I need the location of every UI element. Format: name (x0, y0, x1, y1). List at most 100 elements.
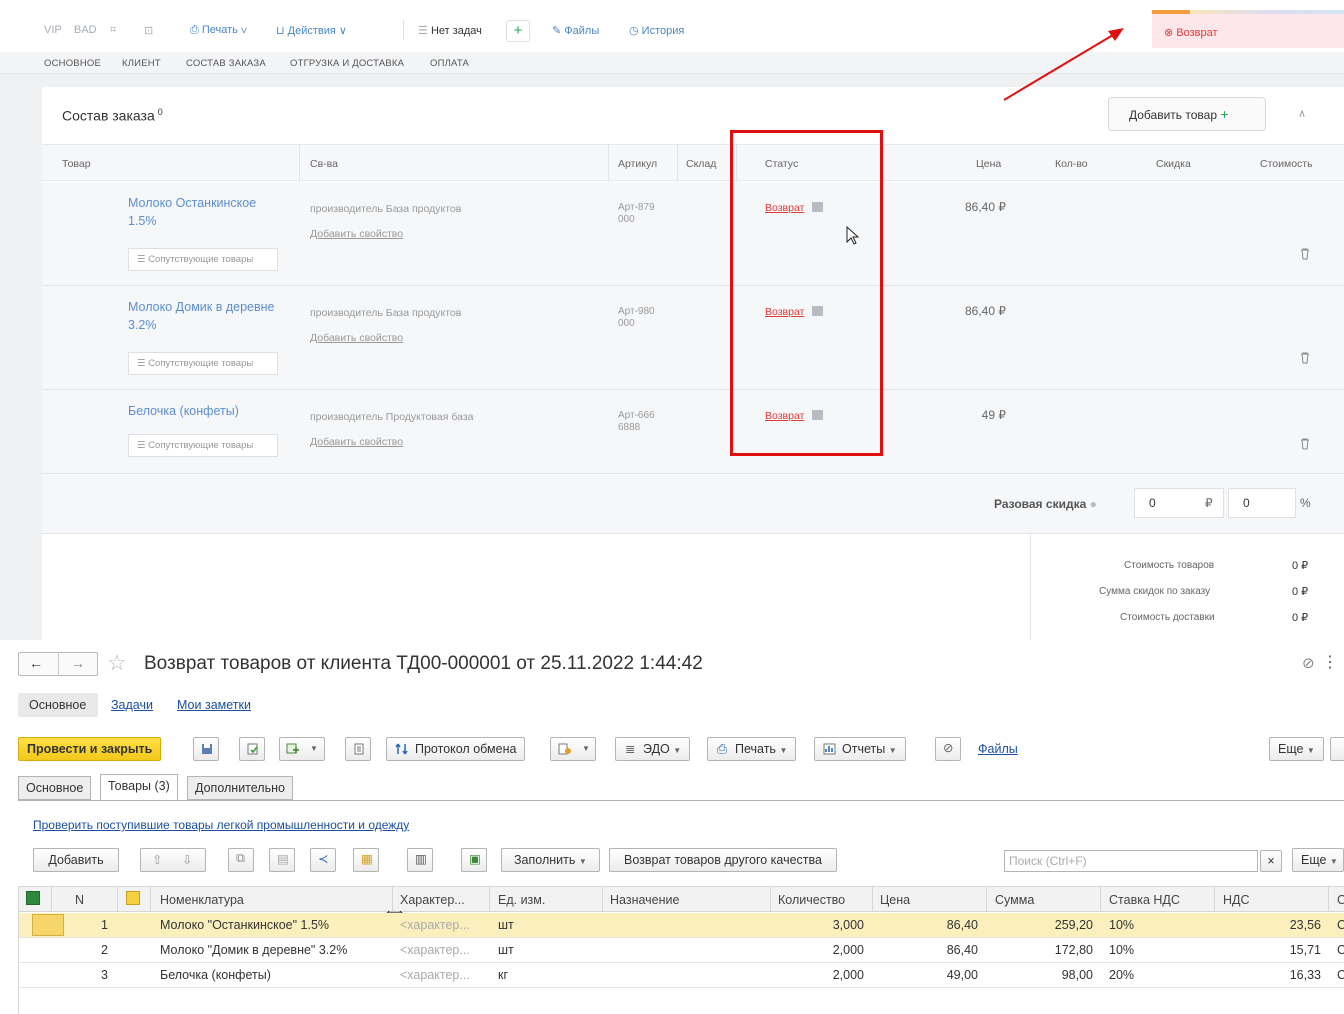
row-qty[interactable]: 3,000 (778, 918, 864, 932)
attach-button[interactable]: ⊘ (935, 737, 961, 761)
history-link[interactable]: ◷ История (629, 24, 684, 37)
bad-tag[interactable]: BAD (74, 24, 97, 36)
row-extra[interactable]: С (1337, 943, 1344, 957)
row-extra[interactable]: С (1337, 918, 1344, 932)
row-price[interactable]: 86,40 (880, 918, 978, 932)
tab-goods[interactable]: Товары (3) (100, 774, 178, 801)
add-task-button[interactable]: + (506, 20, 530, 42)
row-unit[interactable]: шт (498, 943, 514, 957)
calendar-icon[interactable]: ⌗ (110, 24, 116, 37)
row-vat-rate[interactable]: 20% (1109, 968, 1134, 982)
gift-icon[interactable]: ⊡ (144, 24, 153, 37)
back-arrow-icon[interactable]: ← (29, 655, 43, 671)
print-menu[interactable]: ⎙ Печать ∨ (190, 24, 247, 37)
files-link[interactable]: ✎ Файлы (552, 24, 599, 37)
row-name[interactable]: Молоко "Останкинское" 1.5% (160, 918, 329, 932)
trash-icon[interactable] (1300, 438, 1310, 450)
row-vat[interactable]: 15,71 (1223, 943, 1321, 957)
row-qty[interactable]: 2,000 (778, 943, 864, 957)
print-forms-button[interactable]: ▼ (550, 737, 596, 761)
product-name-link[interactable]: Белочка (конфеты) (128, 402, 288, 420)
table-fill-button[interactable]: ▦ (353, 848, 379, 872)
tab-main[interactable]: ОСНОВНОЕ (44, 58, 101, 69)
journal-button[interactable] (345, 737, 371, 761)
edo-button[interactable]: ≣ ЭДО ▼ (615, 737, 691, 761)
row-price[interactable]: 86,40 (880, 943, 978, 957)
row-characteristic[interactable]: <характер... (400, 918, 470, 932)
help-button[interactable] (1330, 737, 1344, 761)
table-row[interactable]: 3 Белочка (конфеты) <характер... кг 2,00… (18, 963, 1344, 988)
row-vat-rate[interactable]: 10% (1109, 918, 1134, 932)
check-goods-link[interactable]: Проверить поступившие товары легкой пром… (33, 818, 409, 832)
save-button[interactable] (193, 737, 219, 761)
row-extra[interactable]: С (1337, 968, 1344, 982)
product-name-link[interactable]: Молоко Домик в деревне 3.2% (128, 298, 288, 334)
files-link[interactable]: Файлы (978, 742, 1018, 756)
row-name[interactable]: Белочка (конфеты) (160, 968, 271, 982)
link-icon[interactable]: ⊘ (1302, 654, 1315, 672)
search-input[interactable]: Поиск (Ctrl+F) (1004, 850, 1258, 872)
row-sum[interactable]: 98,00 (995, 968, 1093, 982)
print-button[interactable]: ⎙ Печать ▼ (707, 737, 797, 761)
nav-tab-main[interactable]: Основное (29, 698, 86, 712)
add-property-link[interactable]: Добавить свойство (310, 436, 403, 448)
kebab-menu-icon[interactable]: ⋮ (1322, 652, 1338, 672)
row-unit[interactable]: шт (498, 918, 514, 932)
related-products-button[interactable]: ☰ Сопутствующие товары (128, 352, 278, 375)
paste-button[interactable]: ▤ (269, 848, 295, 872)
arrow-down-icon[interactable]: ⇩ (182, 849, 192, 871)
add-property-link[interactable]: Добавить свойство (310, 228, 403, 240)
tab-doc-main[interactable]: Основное (18, 776, 92, 800)
row-price[interactable]: 49,00 (880, 968, 978, 982)
vip-tag[interactable]: VIP (44, 24, 62, 36)
related-products-button[interactable]: ☰ Сопутствующие товары (128, 434, 278, 457)
post-button[interactable] (239, 737, 265, 761)
row-unit[interactable]: кг (498, 968, 508, 982)
add-property-link[interactable]: Добавить свойство (310, 332, 403, 344)
post-and-close-button[interactable]: Провести и закрыть (18, 737, 162, 761)
barcode-button[interactable]: ▥ (407, 848, 433, 872)
nav-tab-tasks[interactable]: Задачи (111, 698, 153, 712)
related-products-button[interactable]: ☰ Сопутствующие товары (128, 248, 278, 271)
product-name-link[interactable]: Молоко Останкинское 1.5% (128, 194, 288, 230)
nav-tab-notes[interactable]: Мои заметки (177, 698, 251, 712)
reports-button[interactable]: Отчеты ▼ (814, 737, 906, 761)
row-vat[interactable]: 16,33 (1223, 968, 1321, 982)
pick-button[interactable]: ▣ (461, 848, 487, 872)
exchange-protocol-button[interactable]: Протокол обмена (386, 737, 526, 761)
star-icon[interactable]: ☆ (107, 650, 127, 676)
status-badge[interactable]: ⊗ Возврат (1152, 10, 1344, 48)
row-sum[interactable]: 172,80 (995, 943, 1093, 957)
tab-client[interactable]: КЛИЕНТ (122, 58, 161, 69)
grid-more-button[interactable]: Еще ▼ (1292, 848, 1344, 872)
table-row[interactable]: 1 Молоко "Останкинское" 1.5% <характер..… (18, 913, 1344, 938)
row-vat-rate[interactable]: 10% (1109, 943, 1134, 957)
row-qty[interactable]: 2,000 (778, 968, 864, 982)
row-sum[interactable]: 259,20 (995, 918, 1093, 932)
collapse-chevron-icon[interactable]: ∧ (1298, 107, 1306, 120)
row-vat[interactable]: 23,56 (1223, 918, 1321, 932)
trash-icon[interactable] (1300, 352, 1310, 364)
table-row[interactable]: 2 Молоко "Домик в деревне" 3.2% <характе… (18, 938, 1344, 963)
forward-arrow-icon[interactable]: → (71, 655, 85, 671)
tab-additional[interactable]: Дополнительно (187, 776, 293, 800)
split-button[interactable]: ≺ (310, 848, 336, 872)
clear-search-button[interactable]: × (1260, 850, 1282, 872)
discount-pct-input[interactable]: 0 (1228, 488, 1296, 518)
row-characteristic[interactable]: <характер... (400, 968, 470, 982)
tab-payment[interactable]: ОПЛАТА (430, 58, 469, 69)
create-based-on-button[interactable]: ▼ (279, 737, 325, 761)
trash-icon[interactable] (1300, 248, 1310, 260)
fill-button[interactable]: Заполнить ▼ (501, 848, 600, 872)
copy-button[interactable]: ⧉ (228, 848, 254, 872)
actions-menu[interactable]: ⊔ Действия ∨ (276, 24, 347, 37)
row-characteristic[interactable]: <характер... (400, 943, 470, 957)
help-icon[interactable]: ● (1090, 497, 1097, 511)
add-row-button[interactable]: Добавить (33, 848, 119, 872)
tab-shipping[interactable]: ОТГРУЗКА И ДОСТАВКА (290, 58, 404, 69)
tab-order-items[interactable]: СОСТАВ ЗАКАЗА (186, 58, 266, 69)
more-button[interactable]: Еще ▼ (1269, 737, 1324, 761)
row-name[interactable]: Молоко "Домик в деревне" 3.2% (160, 943, 347, 957)
return-other-quality-button[interactable]: Возврат товаров другого качества (609, 848, 837, 872)
arrow-up-icon[interactable]: ⇧ (152, 849, 162, 871)
